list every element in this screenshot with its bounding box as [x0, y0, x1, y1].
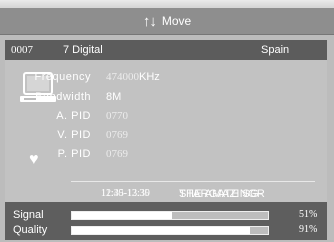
channel-name: 7 Digital: [63, 44, 103, 56]
quality-percent: 91%: [299, 224, 318, 235]
signal-bar-fill: [72, 212, 172, 219]
frequency-unit: KHz: [139, 71, 160, 83]
signal-label: Signal: [13, 209, 44, 221]
quality-bar: [71, 226, 269, 235]
signal-row: Signal 51%: [5, 209, 327, 223]
channel-number: 0007: [11, 44, 33, 56]
ppid-value: 0769: [106, 148, 128, 160]
channel-header[interactable]: 0007 7 Digital Spain: [5, 40, 327, 60]
vpid-label: V. PID: [57, 129, 91, 141]
vpid-value: 0769: [106, 129, 128, 141]
divider: [71, 181, 315, 182]
ppid-label: P. PID: [57, 148, 91, 160]
signal-status-area: 12:35-13:30 STARGATE SG- Signal 51% Qual…: [5, 188, 327, 240]
apid-value: 0770: [106, 110, 128, 122]
apid-label: A. PID: [56, 110, 91, 122]
vpid-value-wrap: 0769: [106, 129, 128, 141]
technical-info-area: ♥ Frequency 474000KHz Bandwidth 8M A. PI…: [5, 60, 327, 202]
up-down-arrows-icon: ↑↓: [142, 12, 157, 30]
epg-time: 12:35-13:30: [101, 188, 150, 199]
apid-value-wrap: 0770: [106, 110, 128, 122]
navigation-hint-bar: ↑↓ Move: [0, 8, 334, 35]
top-strip: [0, 0, 334, 8]
frequency-value: 474000: [106, 71, 139, 83]
channel-info-panel: 0007 7 Digital Spain ♥ Frequency 474000K…: [5, 40, 327, 240]
signal-percent: 51%: [299, 209, 318, 220]
frequency-label: Frequency: [34, 71, 91, 83]
frequency-value-wrap: 474000KHz: [106, 71, 160, 83]
quality-row: Quality 91%: [5, 224, 327, 238]
quality-label: Quality: [13, 224, 48, 236]
ppid-value-wrap: 0769: [106, 148, 128, 160]
channel-region: Spain: [261, 44, 290, 56]
hint-label: Move: [161, 14, 192, 28]
bandwidth-label: Bandwidth: [35, 91, 91, 103]
quality-bar-fill: [72, 227, 251, 234]
bandwidth-value: 8M: [106, 91, 122, 103]
signal-bar: [71, 211, 269, 220]
epg-title: STARGATE SG-: [179, 188, 263, 200]
